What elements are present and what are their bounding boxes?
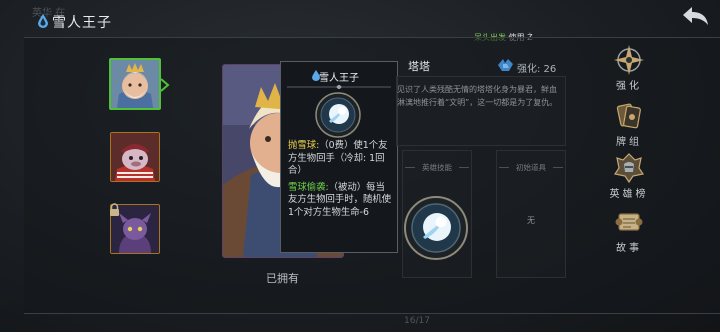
cards-icon [616, 103, 641, 129]
hero-slot-1[interactable] [109, 58, 161, 110]
starting-item-panel: 初始道具 无 [496, 150, 566, 278]
menu-story-button[interactable]: 故事 [606, 206, 652, 262]
tooltip-title: 雪人王子 [319, 73, 359, 84]
page-title: 雪人王子 [52, 15, 112, 31]
item-header: 初始道具 [497, 162, 565, 173]
menu-strengthen-button[interactable]: 强化 [606, 44, 652, 100]
pirate-hero-portrait [111, 133, 159, 181]
ornament-divider [287, 85, 391, 89]
hero-skill-panel: 英雄技能 [402, 150, 472, 278]
menu-strengthen-label: 强化 [616, 81, 642, 92]
hero-slot-2[interactable] [110, 132, 160, 182]
menu-deck-button[interactable]: 牌组 [606, 100, 652, 156]
skill2-name: 雪球偷袭: [288, 181, 329, 193]
tooltip-body: 抛雪球:（0费）使1个友方生物回手（冷却: 1回合） 雪球偷袭:（被动）每当友方… [288, 140, 392, 219]
scroll-icon [615, 213, 643, 231]
page-number: 16/17 [404, 316, 430, 326]
menu-heroes-button[interactable]: 英雄榜 [606, 152, 652, 208]
compass-emblem-icon [614, 45, 644, 75]
skill1-name: 抛雪球: [288, 140, 320, 151]
hero-screen: 英华 在 雪人王子 呆头出发 使用 Ż [0, 0, 720, 332]
selection-arrow-icon [160, 78, 170, 92]
menu-deck-label: 牌组 [616, 137, 642, 148]
power-fist-icon [498, 59, 513, 71]
water-drop-icon [38, 14, 48, 28]
skill-tooltip: 雪人王子 抛雪球:（0费）使1个友方生物回手（冷却: 1回合） 雪球偷袭:（被动… [280, 61, 398, 253]
strength-level: 强化: 26 [517, 64, 557, 75]
owned-label: 已拥有 [266, 272, 299, 285]
menu-heroes-label: 英雄榜 [609, 189, 649, 200]
snow-prince-portrait [111, 60, 159, 108]
menu-story-label: 故事 [616, 243, 642, 254]
helmet-icon [614, 153, 644, 184]
snowball-skill-icon[interactable] [403, 195, 469, 261]
item-none-text: 无 [527, 216, 535, 225]
lock-icon [110, 203, 119, 216]
skill-header: 英雄技能 [403, 162, 471, 173]
hero-lore: 见识了人类残酷无情的塔塔化身为暴君，鲜血淋漓地推行着“文明”，这一切都是为了复仇… [397, 85, 558, 107]
back-arrow-icon[interactable] [680, 4, 712, 28]
hero-name: 塔塔 [408, 60, 430, 73]
bottom-divider [24, 313, 720, 314]
snowball-skill-icon [315, 92, 361, 138]
